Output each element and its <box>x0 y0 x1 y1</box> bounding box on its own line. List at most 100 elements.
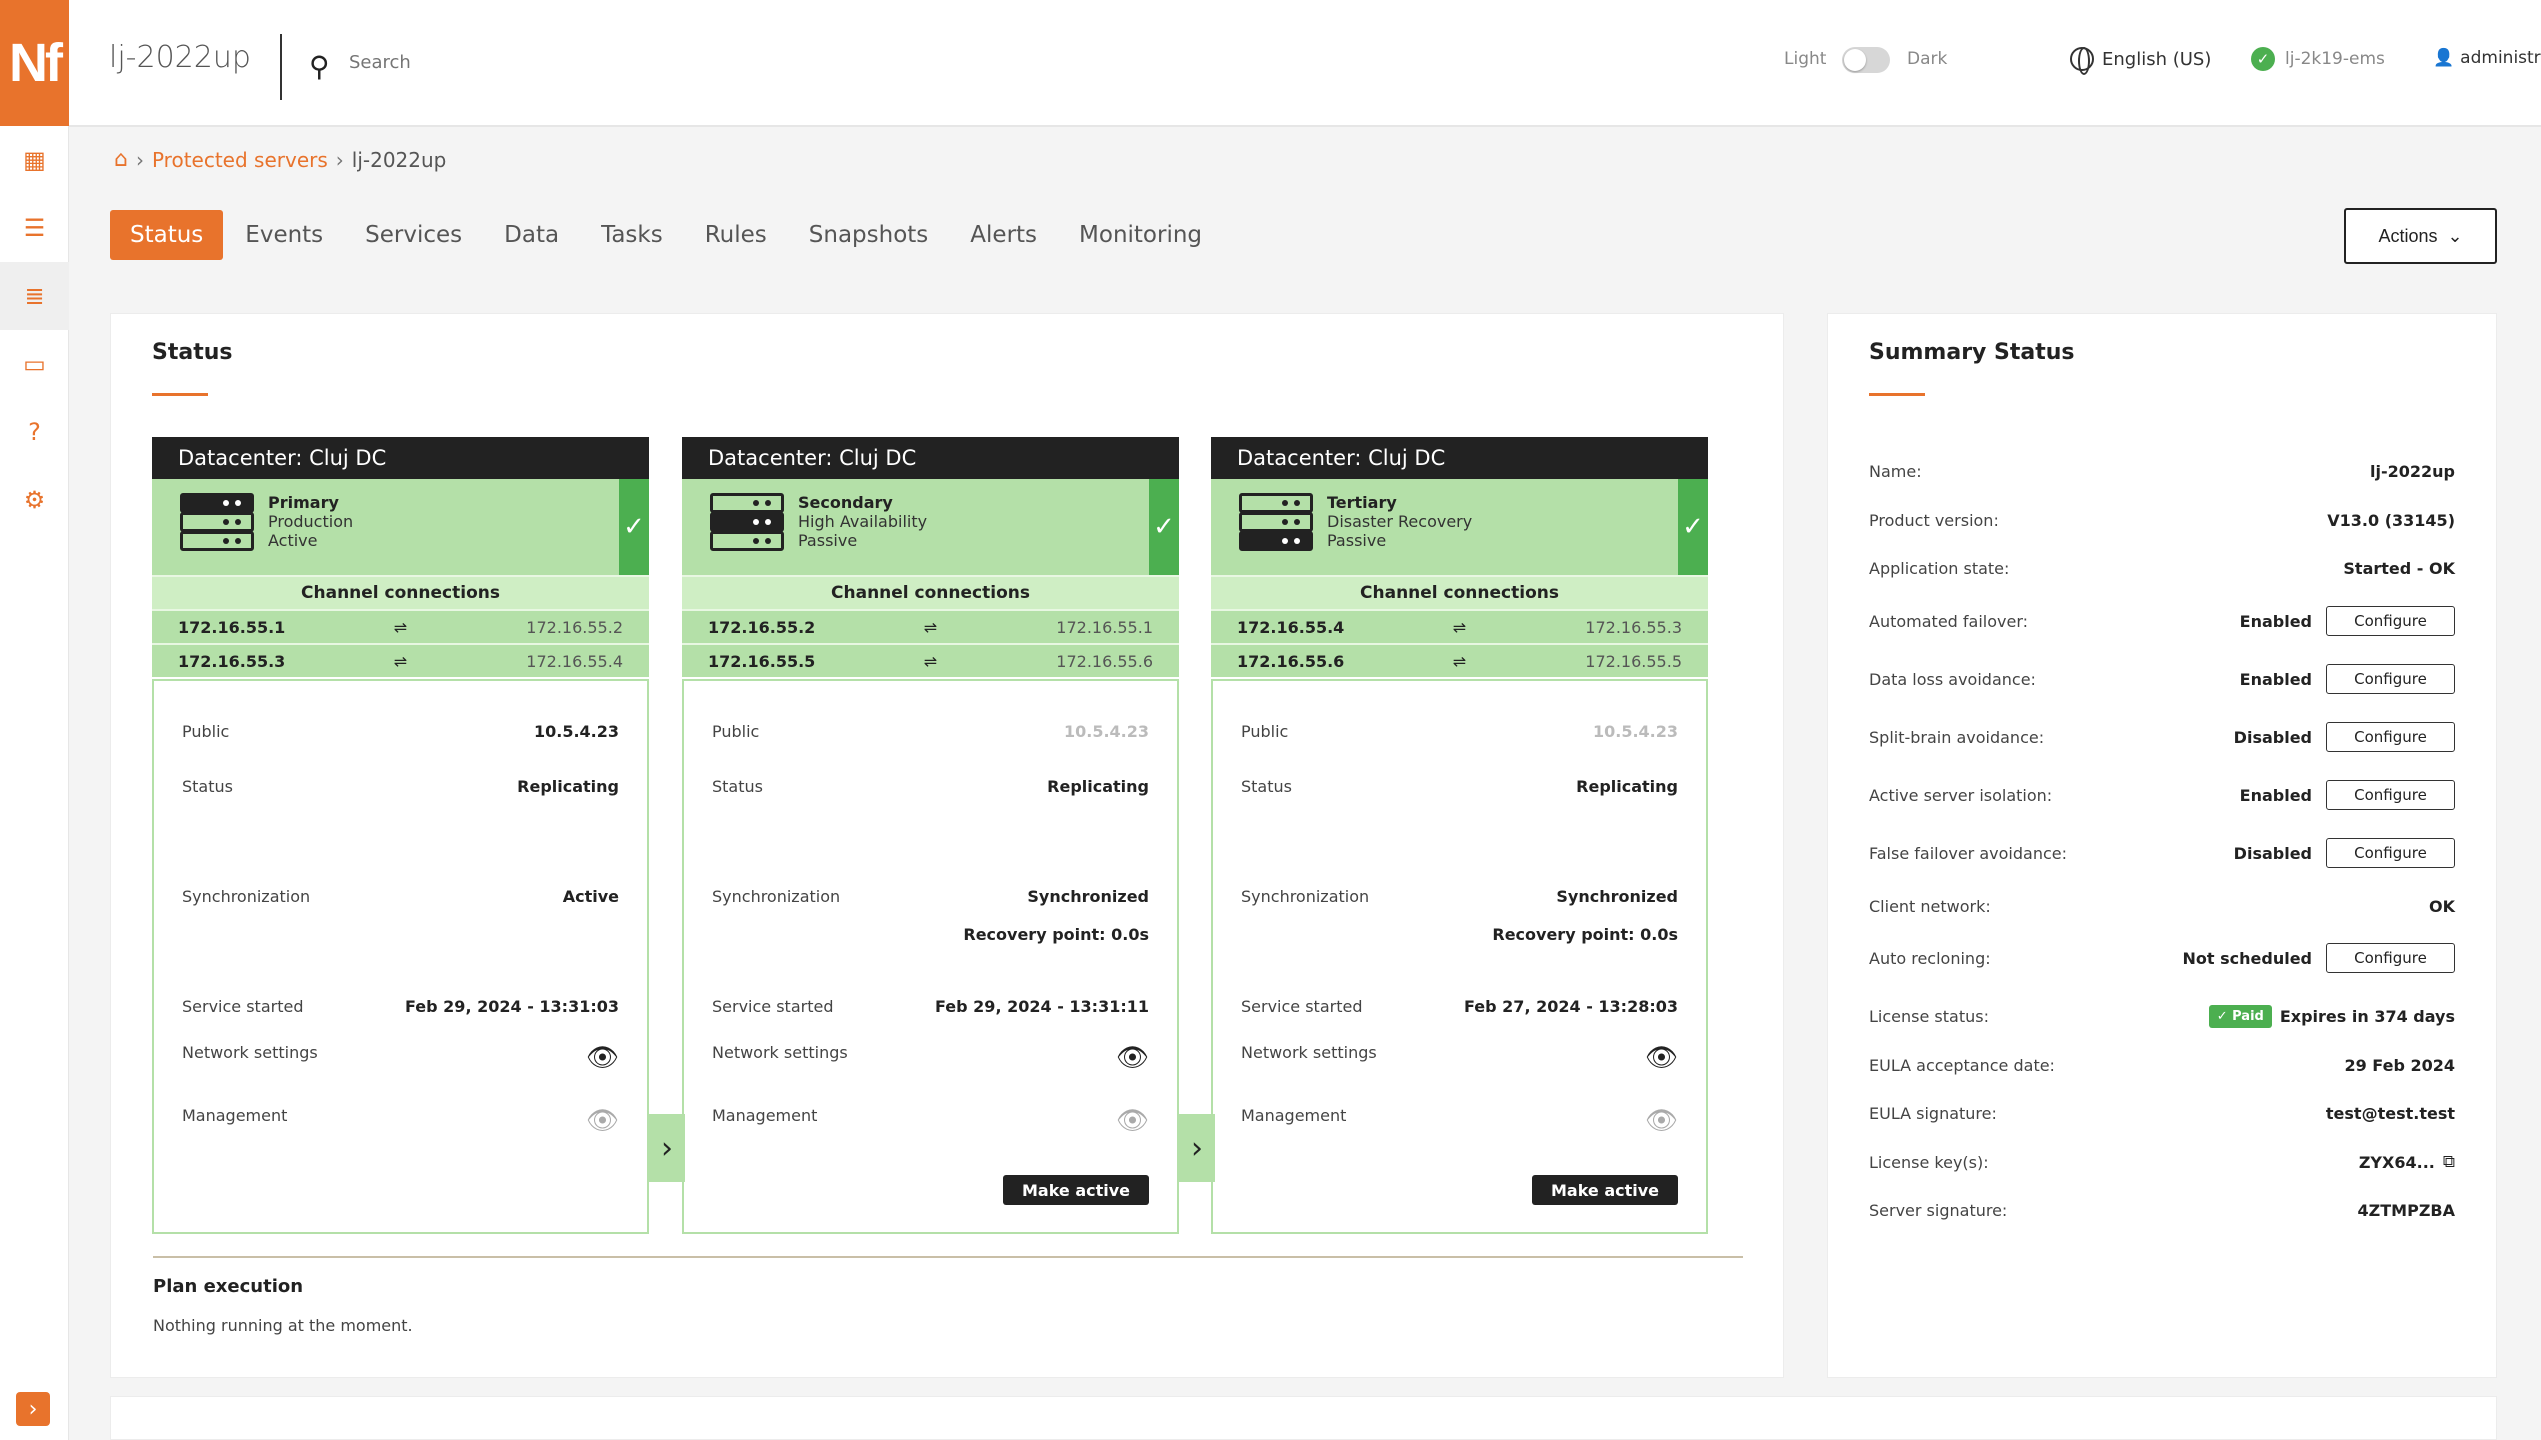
summary-value: ZYX64... <box>2358 1152 2435 1172</box>
role-type: Production <box>268 512 354 531</box>
server-status-label: lj-2k19-ems <box>2285 49 2385 69</box>
search-icon[interactable]: ⚲ <box>309 50 330 83</box>
copy-icon[interactable]: ⧉ <box>2443 1152 2455 1172</box>
summary-label: License key(s): <box>1869 1152 1989 1172</box>
list-icon[interactable]: ☰ <box>0 194 69 262</box>
sync-value: Synchronized <box>1556 887 1678 906</box>
eye-icon[interactable]: 👁 <box>586 1043 619 1073</box>
public-label: Public <box>182 722 230 741</box>
actions-button[interactable]: Actions ⌄ <box>2344 208 2497 264</box>
sync-value: Active <box>562 887 619 906</box>
summary-label: Auto recloning: <box>1869 948 1991 968</box>
configure-button[interactable]: Configure <box>2326 943 2455 973</box>
connection-icon: ⇌ <box>1452 651 1467 671</box>
server-role: Secondary High Availability Passive ✓ <box>682 479 1179 575</box>
summary-value: Not scheduled <box>2182 948 2312 968</box>
theme-toggle[interactable] <box>1842 47 1890 73</box>
datacenter-header: Datacenter: Cluj DC <box>152 437 649 479</box>
status-label: Status <box>182 777 233 796</box>
eye-icon[interactable]: 👁 <box>1645 1043 1678 1073</box>
status-panel: Status Datacenter: Cluj DC Primary Produ… <box>110 313 1784 1378</box>
summary-label: Automated failover: <box>1869 611 2029 631</box>
configure-button[interactable]: Configure <box>2326 722 2455 752</box>
make-active-button[interactable]: Make active <box>1003 1175 1149 1205</box>
servers-icon[interactable]: ≣ <box>0 262 69 330</box>
breadcrumb: ⌂ › Protected servers › lj-2022up <box>114 147 446 172</box>
status-row: Status Replicating <box>182 777 619 796</box>
breadcrumb-protected-servers[interactable]: Protected servers <box>152 148 328 172</box>
settings-icon[interactable]: ⚙ <box>0 466 69 534</box>
service-started-row: Service started Feb 27, 2024 - 13:28:03 <box>1241 997 1678 1016</box>
sync-label: Synchronization <box>1241 887 1370 906</box>
eye-icon[interactable]: 👁 <box>1645 1106 1678 1136</box>
tab-tasks[interactable]: Tasks <box>581 210 683 260</box>
datacenter-card-primary: Datacenter: Cluj DC Primary Production A… <box>152 437 649 1234</box>
tab-data[interactable]: Data <box>484 210 579 260</box>
summary-label: False failover avoidance: <box>1869 843 2067 863</box>
service-started-value: Feb 29, 2024 - 13:31:03 <box>405 997 619 1016</box>
eye-icon[interactable]: 👁 <box>586 1106 619 1136</box>
status-row: Status Replicating <box>1241 777 1678 796</box>
datacenter-details: Public 10.5.4.23 Status Replicating Synchr… <box>682 679 1179 1234</box>
replication-arrow-icon: › <box>1179 1114 1215 1182</box>
tab-monitoring[interactable]: Monitoring <box>1059 210 1222 260</box>
summary-row-application-state: Application state: Started - OK <box>1869 559 2455 578</box>
breadcrumb-current: lj-2022up <box>351 147 447 172</box>
summary-label: License status: <box>1869 1007 1989 1026</box>
help-icon[interactable]: ? <box>0 398 69 466</box>
calendar-icon[interactable]: ▭ <box>0 330 69 398</box>
actions-label: Actions <box>2378 225 2438 246</box>
tab-bar: Status Events Services Data Tasks Rules … <box>110 210 1224 260</box>
language-selector[interactable]: English (US) <box>2070 47 2211 75</box>
tab-snapshots[interactable]: Snapshots <box>789 210 949 260</box>
summary-value: V13.0 (33145) <box>2327 511 2455 530</box>
tab-events[interactable]: Events <box>225 210 343 260</box>
summary-row-client-network: Client network: OK <box>1869 897 2455 916</box>
service-started-row: Service started Feb 29, 2024 - 13:31:03 <box>182 997 619 1016</box>
service-started-label: Service started <box>712 997 834 1016</box>
channel-local: 172.16.55.3 <box>178 651 286 671</box>
summary-value: Enabled <box>2239 669 2312 689</box>
eye-icon[interactable]: 👁 <box>1116 1106 1149 1136</box>
sidebar: Nf ▦ ☰ ≣ ▭ ? ⚙ › <box>0 0 69 1440</box>
theme-dark-label: Dark <box>1907 49 1948 69</box>
management-row: Management 👁 <box>712 1106 1149 1136</box>
public-value: 10.5.4.23 <box>1592 722 1678 741</box>
channel-row: 172.16.55.6 ⇌ 172.16.55.5 <box>1211 643 1708 677</box>
tab-services[interactable]: Services <box>345 210 482 260</box>
configure-button[interactable]: Configure <box>2326 838 2455 868</box>
plan-divider <box>153 1256 1743 1258</box>
globe-icon <box>2070 47 2094 75</box>
user-menu[interactable]: 👤 administrator <box>2433 48 2541 68</box>
configure-button[interactable]: Configure <box>2326 664 2455 694</box>
tab-rules[interactable]: Rules <box>685 210 787 260</box>
connection-icon: ⇌ <box>393 617 408 637</box>
network-settings-label: Network settings <box>182 1043 318 1062</box>
search-input[interactable] <box>349 52 649 73</box>
management-label: Management <box>712 1106 818 1125</box>
management-row: Management 👁 <box>182 1106 619 1136</box>
eye-icon[interactable]: 👁 <box>1116 1043 1149 1073</box>
summary-row-license-status: License status: ✓ Paid Expires in 374 days <box>1869 1005 2455 1028</box>
tab-status[interactable]: Status <box>110 210 224 260</box>
channel-row: 172.16.55.1 ⇌ 172.16.55.2 <box>152 609 649 643</box>
breadcrumb-separator: › <box>335 147 344 172</box>
configure-button[interactable]: Configure <box>2326 606 2455 636</box>
summary-panel-title: Summary Status <box>1869 340 2075 365</box>
configure-button[interactable]: Configure <box>2326 780 2455 810</box>
channel-remote: 172.16.55.2 <box>526 617 623 637</box>
summary-value: Disabled <box>2233 727 2312 747</box>
recovery-point-value: Recovery point: 0.0s <box>963 925 1149 944</box>
home-icon[interactable]: ⌂ <box>114 147 128 172</box>
connection-icon: ⇌ <box>923 617 938 637</box>
server-status[interactable]: ✓ lj-2k19-ems <box>2251 47 2385 71</box>
logo[interactable]: Nf <box>0 0 69 126</box>
expand-sidebar-button[interactable]: › <box>16 1392 50 1426</box>
summary-row-data-loss-avoidance: Data loss avoidance: Enabled Configure <box>1869 664 2455 694</box>
status-row: Status Replicating <box>712 777 1149 796</box>
tab-alerts[interactable]: Alerts <box>950 210 1057 260</box>
dashboard-icon[interactable]: ▦ <box>0 126 69 194</box>
make-active-button[interactable]: Make active <box>1532 1175 1678 1205</box>
top-bar: lj-2022up ⚲ Light Dark English (US) ✓ lj… <box>69 0 2541 127</box>
summary-label: Data loss avoidance: <box>1869 669 2036 689</box>
